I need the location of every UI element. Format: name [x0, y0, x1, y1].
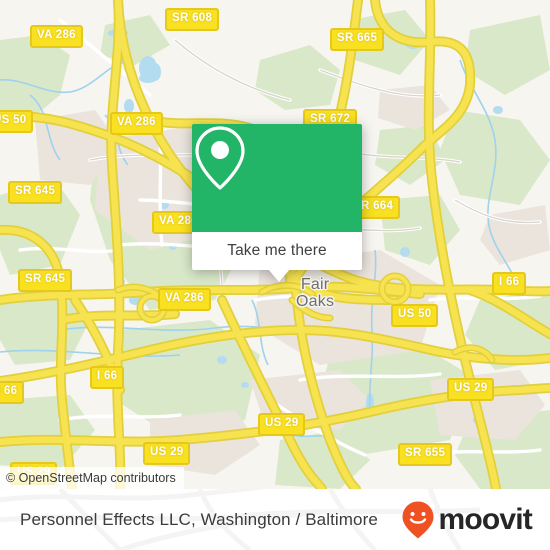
- popup-cta-label: Take me there: [227, 242, 327, 259]
- road-shield: US 50: [391, 304, 439, 327]
- road-shield: VA 286: [110, 112, 163, 135]
- popup-pointer-tail: [268, 269, 290, 282]
- map-canvas[interactable]: Fair Oaks VA 286 SR 608 SR 665 US 50 VA 286 S…: [0, 0, 550, 489]
- moovit-wordmark: moovit: [438, 502, 532, 536]
- road-shield: SR 645: [18, 269, 73, 292]
- road-shield: US 29: [258, 413, 306, 436]
- footer-bar: Personnel Effects LLC, Washington / Balt…: [0, 489, 550, 550]
- road-shield: SR 655: [398, 443, 453, 466]
- popup-cta-button[interactable]: Take me there: [192, 232, 362, 270]
- road-shield: VA 286: [158, 288, 211, 311]
- attribution-text: © OpenStreetMap contributors: [6, 471, 176, 485]
- map-pin-icon: [195, 126, 245, 190]
- road-shield: I 66: [492, 272, 527, 295]
- map-attribution[interactable]: © OpenStreetMap contributors: [0, 467, 184, 489]
- road-shield: VA 286: [30, 25, 83, 48]
- road-shield: US 29: [143, 442, 191, 465]
- place-label-line1: Fair: [300, 276, 330, 293]
- moovit-smiley-pin-icon: [402, 501, 434, 538]
- road-shield: SR 645: [8, 181, 63, 204]
- footer-caption: Personnel Effects LLC, Washington / Balt…: [20, 489, 378, 550]
- moovit-logo[interactable]: moovit: [401, 489, 533, 550]
- moovit-map-screenshot: Fair Oaks VA 286 SR 608 SR 665 US 50 VA 286 S…: [0, 0, 550, 550]
- popup-image-panel: [192, 124, 362, 232]
- place-label-line2: Oaks: [296, 293, 335, 310]
- destination-popup[interactable]: Take me there: [192, 124, 362, 282]
- place-label-fair-oaks: Fair Oaks: [296, 276, 334, 310]
- road-shield: US 29: [447, 378, 495, 401]
- road-shield: SR 665: [330, 28, 385, 51]
- footer-caption-text: Personnel Effects LLC, Washington / Balt…: [20, 509, 378, 529]
- road-shield: SR 608: [165, 8, 220, 31]
- road-shield: US 50: [0, 110, 34, 133]
- road-shield: I 66: [0, 381, 25, 404]
- road-shield: I 66: [90, 366, 125, 389]
